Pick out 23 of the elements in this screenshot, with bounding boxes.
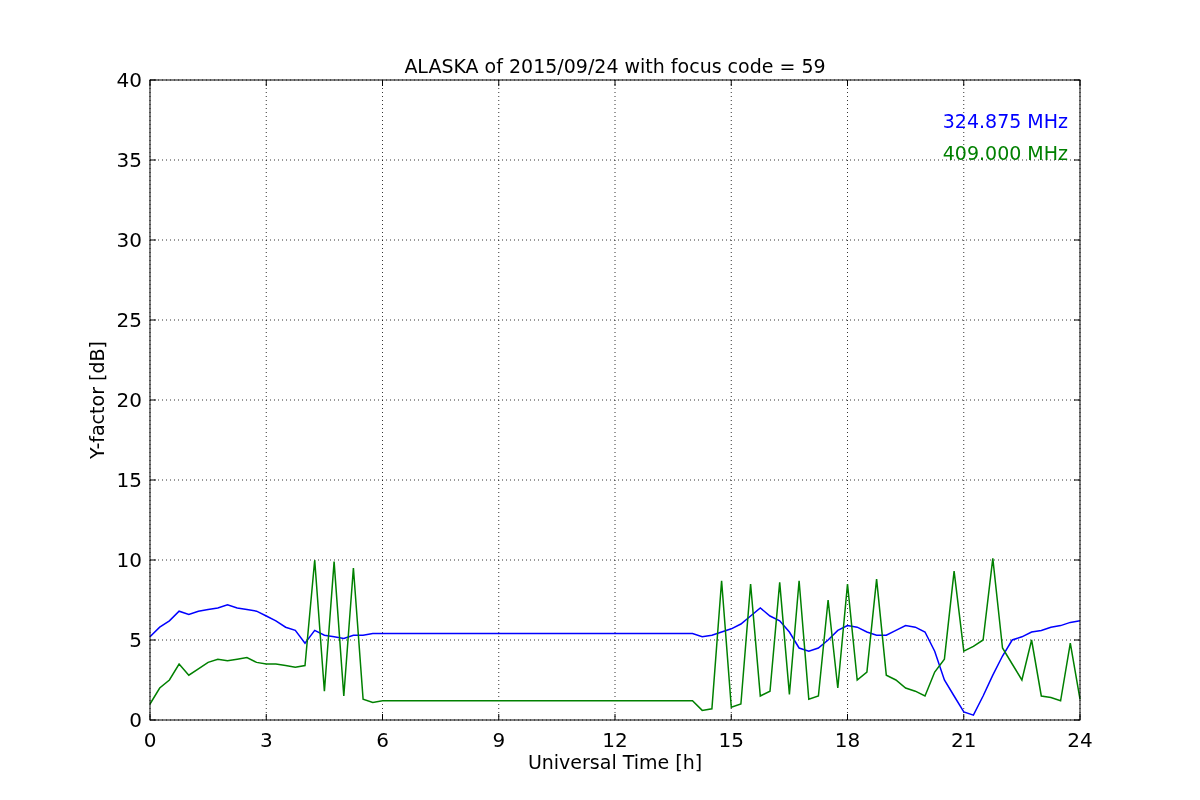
tick-label: 21 [951,728,977,752]
tick-label: 30 [116,228,142,252]
y-axis-label: Y-factor [dB] [86,341,108,459]
tick-label: 24 [1067,728,1093,752]
tick-label: 18 [834,728,861,752]
tick-label: 5 [129,628,142,652]
tick-label: 12 [602,728,628,752]
tick-label: 15 [718,728,744,752]
chart-title: ALASKA of 2015/09/24 with focus code = 59 [404,55,826,77]
tick-label: 0 [143,728,157,752]
tick-label: 20 [116,388,142,412]
legend-label: 324.875 MHz [942,110,1068,132]
legend-label: 409.000 MHz [942,142,1068,164]
tick-label: 10 [116,548,142,572]
x-axis-label: Universal Time [h] [527,751,703,773]
tick-label: 6 [376,728,389,752]
tick-label: 9 [492,728,506,752]
tick-label: 35 [116,148,142,172]
tick-label: 25 [116,308,142,332]
tick-label: 15 [116,468,142,492]
tick-label: 0 [129,708,142,732]
tick-label: 40 [116,68,142,92]
tick-label: 3 [259,728,273,752]
